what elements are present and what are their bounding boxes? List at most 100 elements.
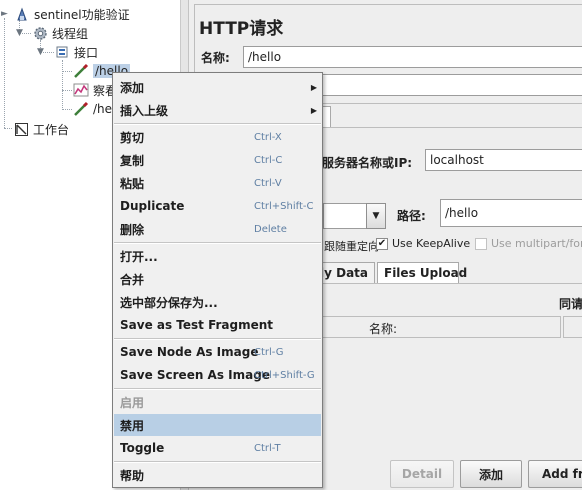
menu-item-label: 添加 bbox=[120, 80, 145, 95]
menu-item-paste[interactable]: 粘贴 Ctrl-V bbox=[114, 172, 321, 194]
menu-item-label: Toggle bbox=[120, 441, 165, 455]
add-from-clipboard-button[interactable]: Add fro bbox=[528, 460, 582, 488]
menu-item-label: 禁用 bbox=[120, 418, 145, 433]
menu-separator bbox=[114, 461, 321, 463]
menu-item-add[interactable]: 添加 ▶ bbox=[114, 76, 321, 98]
multipart-checkbox[interactable]: Use multipart/form- bbox=[475, 237, 582, 250]
add-button-label: 添加 bbox=[478, 467, 503, 482]
menu-item-merge[interactable]: 合并 bbox=[114, 268, 321, 290]
menu-item-save-screen-image[interactable]: Save Screen As Image Ctrl+Shift-G bbox=[114, 364, 321, 386]
tree-node-label: /he bbox=[93, 102, 113, 116]
menu-item-save-selection[interactable]: 选中部分保存为... bbox=[114, 291, 321, 313]
menu-item-label: 帮助 bbox=[120, 468, 145, 483]
menu-item-label: Save Screen As Image bbox=[120, 368, 270, 382]
shortcut-label: Ctrl-T bbox=[254, 442, 281, 454]
params-table-header bbox=[321, 316, 561, 338]
parameters-panel bbox=[319, 283, 582, 483]
tree-node-thread-group[interactable]: 线程组 bbox=[32, 23, 88, 43]
graph-icon bbox=[73, 82, 89, 98]
tree-node-workbench[interactable]: 工作台 bbox=[13, 119, 69, 139]
menu-item-delete[interactable]: 删除 Delete bbox=[114, 218, 321, 240]
workbench-icon bbox=[13, 121, 29, 137]
tree-node-label: sentinel功能验证 bbox=[34, 7, 130, 22]
menu-item-insert-parent[interactable]: 插入上级 ▶ bbox=[114, 99, 321, 121]
detail-button-label: Detail bbox=[401, 467, 443, 481]
server-field[interactable]: localhost bbox=[425, 149, 582, 171]
server-label: 服务器名称或IP: bbox=[322, 156, 413, 170]
name-field[interactable]: /hello bbox=[243, 46, 582, 68]
shortcut-label: Ctrl-X bbox=[254, 131, 282, 143]
menu-item-open[interactable]: 打开... bbox=[114, 245, 321, 267]
tab-body-data[interactable]: Body Data bbox=[319, 262, 375, 284]
checkmark-icon: ✔ bbox=[376, 237, 388, 250]
menu-item-label: Save as Test Fragment bbox=[120, 318, 274, 332]
menu-item-label: Duplicate bbox=[120, 199, 185, 213]
menu-separator bbox=[114, 338, 321, 340]
menu-item-toggle[interactable]: Toggle Ctrl-T bbox=[114, 437, 321, 459]
add-from-button-label: Add fro bbox=[542, 467, 582, 481]
name-label: 名称: bbox=[201, 51, 230, 65]
tree-node-listener[interactable]: 察看 bbox=[73, 80, 117, 100]
menu-item-label: Save Node As Image bbox=[120, 345, 259, 359]
menu-item-label: 剪切 bbox=[120, 130, 145, 145]
keepalive-checkbox[interactable]: ✔ Use KeepAlive bbox=[376, 237, 470, 250]
keepalive-label: Use KeepAlive bbox=[392, 237, 471, 250]
menu-item-label: 启用 bbox=[120, 395, 145, 410]
shortcut-label: Ctrl-V bbox=[254, 177, 282, 189]
detail-button[interactable]: Detail bbox=[390, 460, 454, 488]
tab-files-upload[interactable]: Files Upload bbox=[377, 262, 467, 284]
test-plan-icon bbox=[14, 6, 30, 22]
tree-node-sampler-2[interactable]: /he bbox=[73, 99, 112, 119]
tab-files-upload-label: Files Upload bbox=[384, 266, 468, 280]
chevron-down-icon[interactable]: ▼ bbox=[366, 203, 386, 229]
context-menu: 添加 ▶ 插入上级 ▶ 剪切 Ctrl-X 复制 Ctrl-C 粘贴 Ctrl-… bbox=[112, 72, 323, 488]
checkbox-icon bbox=[475, 237, 487, 250]
menu-item-label: 删除 bbox=[120, 222, 145, 237]
menu-separator bbox=[114, 388, 321, 390]
menu-item-enable: 启用 bbox=[114, 391, 321, 413]
menu-item-disable[interactable]: 禁用 bbox=[114, 414, 321, 436]
params-table-header-2 bbox=[563, 316, 582, 338]
menu-item-save-fragment[interactable]: Save as Test Fragment bbox=[114, 314, 321, 336]
multipart-label: Use multipart/form- bbox=[491, 237, 582, 250]
menu-separator bbox=[114, 242, 321, 244]
simple-controller-icon bbox=[54, 44, 70, 60]
menu-item-label: 合并 bbox=[120, 272, 145, 287]
path-field[interactable]: /hello bbox=[440, 199, 582, 227]
gear-icon bbox=[32, 25, 48, 41]
path-label: 路径: bbox=[397, 209, 426, 223]
shortcut-label: Ctrl-C bbox=[254, 154, 283, 166]
expand-toggle-icon[interactable]: ▼ bbox=[36, 48, 45, 57]
menu-separator bbox=[114, 123, 321, 125]
send-params-label: 同请 bbox=[559, 297, 582, 311]
menu-item-duplicate[interactable]: Duplicate Ctrl+Shift-C bbox=[114, 195, 321, 217]
tree-node-label: 线程组 bbox=[52, 26, 89, 41]
redirect-checkbox[interactable]: 跟随重定向 bbox=[324, 238, 379, 254]
column-name-header: 名称: bbox=[369, 322, 398, 336]
pipette-icon bbox=[73, 63, 89, 79]
expand-toggle-icon[interactable]: ▼ bbox=[15, 29, 24, 38]
menu-item-cut[interactable]: 剪切 Ctrl-X bbox=[114, 126, 321, 148]
expand-toggle-icon[interactable]: ► bbox=[0, 10, 9, 19]
shortcut-label: Ctrl+Shift-G bbox=[254, 369, 315, 381]
submenu-arrow-icon: ▶ bbox=[310, 82, 317, 92]
tab-body-data-label: Body Data bbox=[320, 266, 368, 280]
menu-item-help[interactable]: 帮助 bbox=[114, 464, 321, 486]
menu-item-label: 粘贴 bbox=[120, 176, 145, 191]
menu-item-label: 打开... bbox=[120, 249, 158, 264]
tree-node-controller[interactable]: 接口 bbox=[54, 42, 98, 62]
method-select[interactable] bbox=[323, 203, 369, 229]
menu-item-save-node-image[interactable]: Save Node As Image Ctrl-G bbox=[114, 341, 321, 363]
menu-item-label: 复制 bbox=[120, 153, 145, 168]
menu-item-label: 选中部分保存为... bbox=[120, 295, 218, 310]
shortcut-label: Delete bbox=[254, 223, 287, 235]
tree-node-label: 接口 bbox=[74, 45, 99, 60]
tree-node-label: 工作台 bbox=[33, 122, 70, 137]
tree-node-test-plan[interactable]: sentinel功能验证 bbox=[14, 4, 130, 24]
shortcut-label: Ctrl+Shift-C bbox=[254, 200, 314, 212]
menu-item-label: 插入上级 bbox=[120, 103, 169, 118]
menu-item-copy[interactable]: 复制 Ctrl-C bbox=[114, 149, 321, 171]
add-button[interactable]: 添加 bbox=[460, 460, 522, 488]
submenu-arrow-icon: ▶ bbox=[310, 105, 317, 115]
shortcut-label: Ctrl-G bbox=[254, 346, 284, 358]
